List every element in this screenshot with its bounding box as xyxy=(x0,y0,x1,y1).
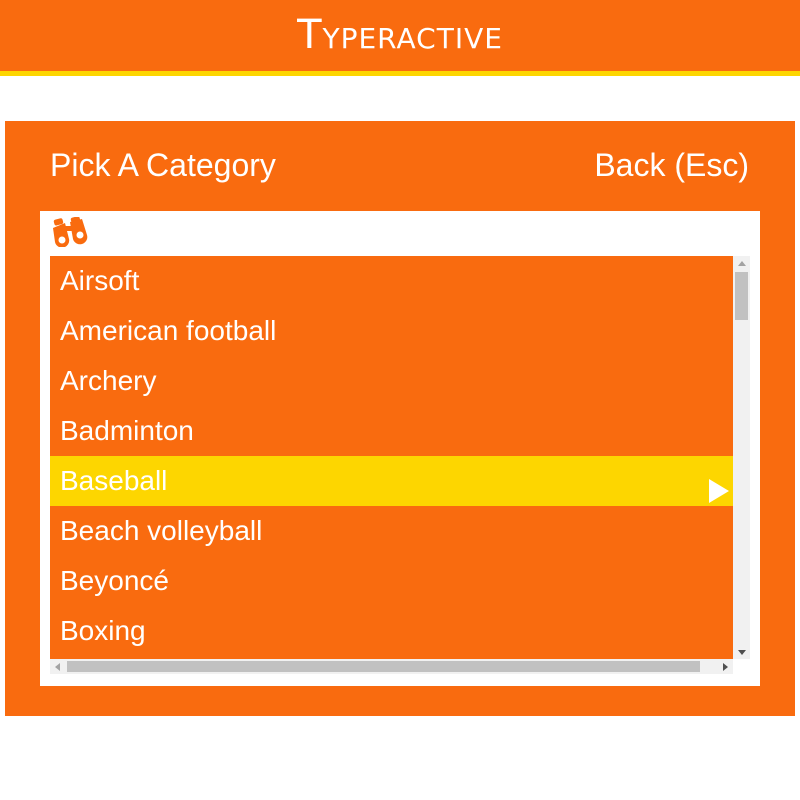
scrollbar-corner xyxy=(733,659,750,674)
list-item[interactable]: Airsoft xyxy=(50,256,733,306)
horizontal-scrollbar[interactable] xyxy=(50,659,733,674)
binoculars-icon[interactable] xyxy=(51,216,89,248)
panel-title: Pick A Category xyxy=(50,147,276,183)
app-header: Typeractive xyxy=(0,0,800,76)
app-title: Typeractive xyxy=(297,11,503,58)
vertical-scrollbar[interactable] xyxy=(733,256,750,659)
list-item-label: Baseball xyxy=(60,465,168,496)
category-list[interactable]: Airsoft American football Archery Badmin… xyxy=(50,256,733,659)
scroll-up-icon[interactable] xyxy=(733,256,750,270)
list-item[interactable]: Beyoncé xyxy=(50,556,733,606)
list-item[interactable]: American football xyxy=(50,306,733,356)
list-item-selected[interactable]: Baseball xyxy=(50,456,733,506)
scroll-down-icon[interactable] xyxy=(733,645,750,659)
category-list-frame: Airsoft American football Archery Badmin… xyxy=(40,211,760,686)
vertical-scroll-thumb[interactable] xyxy=(735,272,748,320)
category-panel: Pick A Category Back (Esc) Airsoft Ameri… xyxy=(5,121,795,716)
back-button[interactable]: Back (Esc) xyxy=(594,145,749,185)
list-item[interactable]: Archery xyxy=(50,356,733,406)
list-item[interactable]: Badminton xyxy=(50,406,733,456)
list-item[interactable]: Beach volleyball xyxy=(50,506,733,556)
play-arrow-icon xyxy=(709,469,729,503)
horizontal-scroll-thumb[interactable] xyxy=(67,661,700,672)
scroll-left-icon[interactable] xyxy=(50,659,65,674)
list-item[interactable]: Boxing xyxy=(50,606,733,656)
scroll-right-icon[interactable] xyxy=(718,659,733,674)
